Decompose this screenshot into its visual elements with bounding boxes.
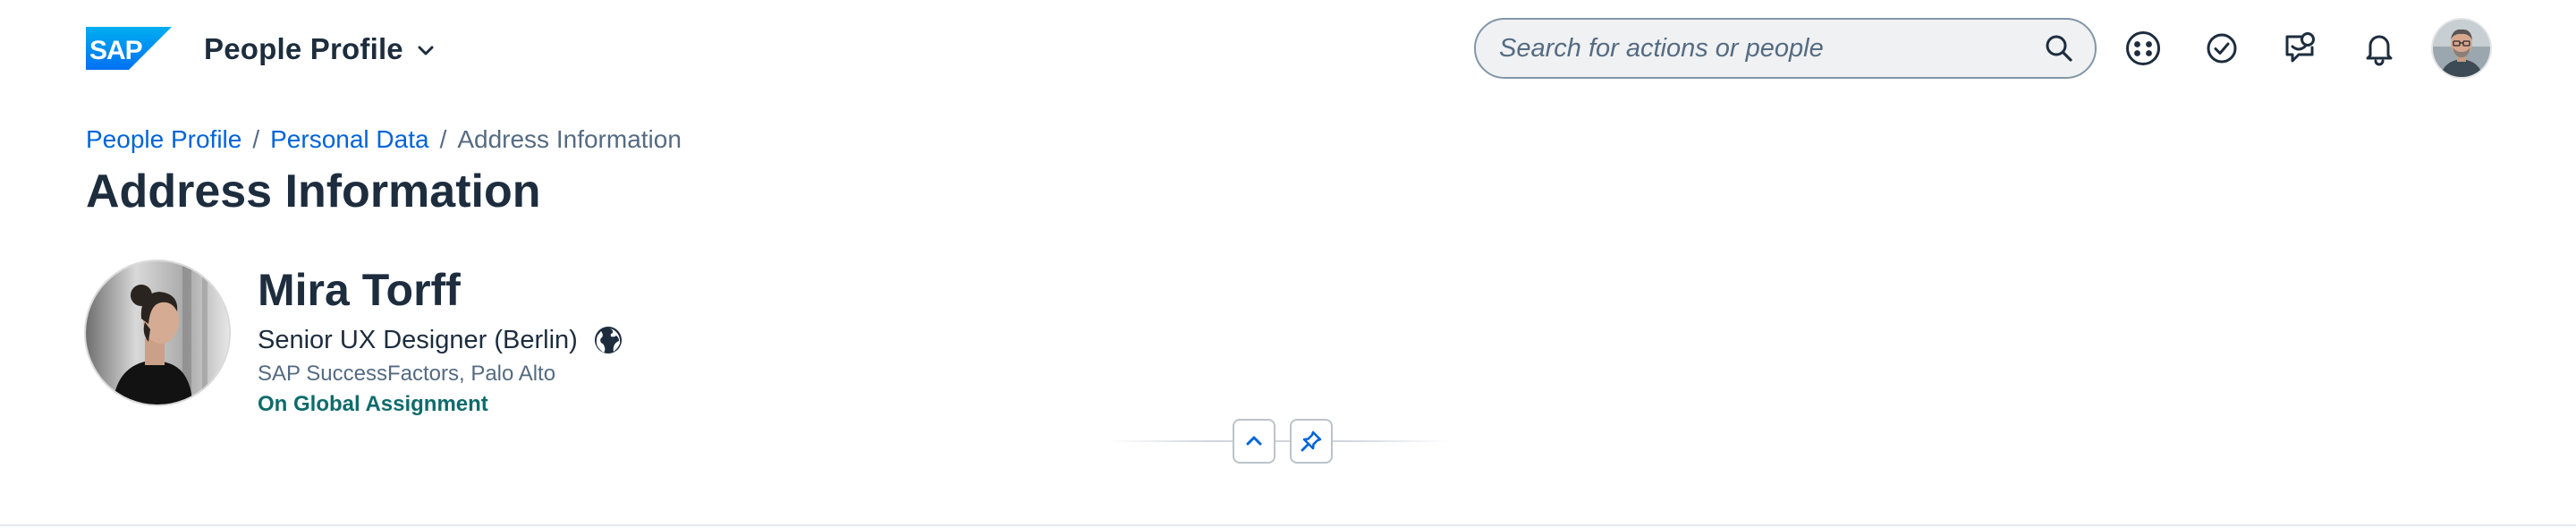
chevron-down-icon — [416, 38, 436, 60]
sap-logo[interactable]: SAP — [86, 27, 172, 70]
chevron-up-icon — [1246, 436, 1262, 446]
breadcrumb-link-personal-data[interactable]: Personal Data — [270, 125, 428, 154]
employee-status: On Global Assignment — [258, 392, 488, 416]
tasks-button[interactable] — [2200, 27, 2243, 70]
chat-button[interactable] — [2279, 27, 2322, 70]
chat-bubble-icon — [2285, 32, 2315, 63]
check-circle-icon — [2207, 33, 2237, 64]
page-title: Address Information — [86, 166, 541, 217]
header-bottom-border — [0, 524, 2576, 526]
employee-company: SAP SuccessFactors, Palo Alto — [258, 362, 556, 386]
breadcrumb-link-people-profile[interactable]: People Profile — [86, 125, 242, 154]
breadcrumb-separator: / — [439, 125, 447, 153]
pin-icon — [1301, 430, 1322, 452]
collapse-header-button[interactable] — [1233, 419, 1275, 464]
breadcrumb: People Profile / Personal Data / Address… — [86, 123, 682, 156]
search-input[interactable] — [1499, 33, 2043, 64]
employee-name: Mira Torff — [258, 265, 461, 315]
pin-header-button[interactable] — [1290, 419, 1333, 464]
user-avatar[interactable] — [2433, 20, 2490, 77]
search-icon[interactable] — [2043, 32, 2075, 64]
employee-role: Senior UX Designer (Berlin) — [258, 324, 624, 356]
ai-face-icon — [2126, 31, 2160, 65]
notifications-button[interactable] — [2358, 27, 2401, 70]
shell-bar: SAP People Profile — [0, 0, 2576, 97]
breadcrumb-separator: / — [252, 125, 260, 153]
employee-photo — [86, 261, 229, 405]
globe-icon[interactable] — [592, 324, 624, 356]
header-divider — [1109, 440, 1449, 442]
ai-assistant-button[interactable] — [2122, 27, 2165, 70]
search-field[interactable] — [1474, 18, 2097, 79]
app-title-menu[interactable]: People Profile — [204, 32, 436, 66]
app-title: People Profile — [204, 32, 403, 65]
bell-icon — [2366, 35, 2393, 66]
employee-role-text: Senior UX Designer (Berlin) — [258, 325, 578, 354]
breadcrumb-current: Address Information — [457, 125, 682, 153]
svg-text:SAP: SAP — [89, 36, 142, 65]
